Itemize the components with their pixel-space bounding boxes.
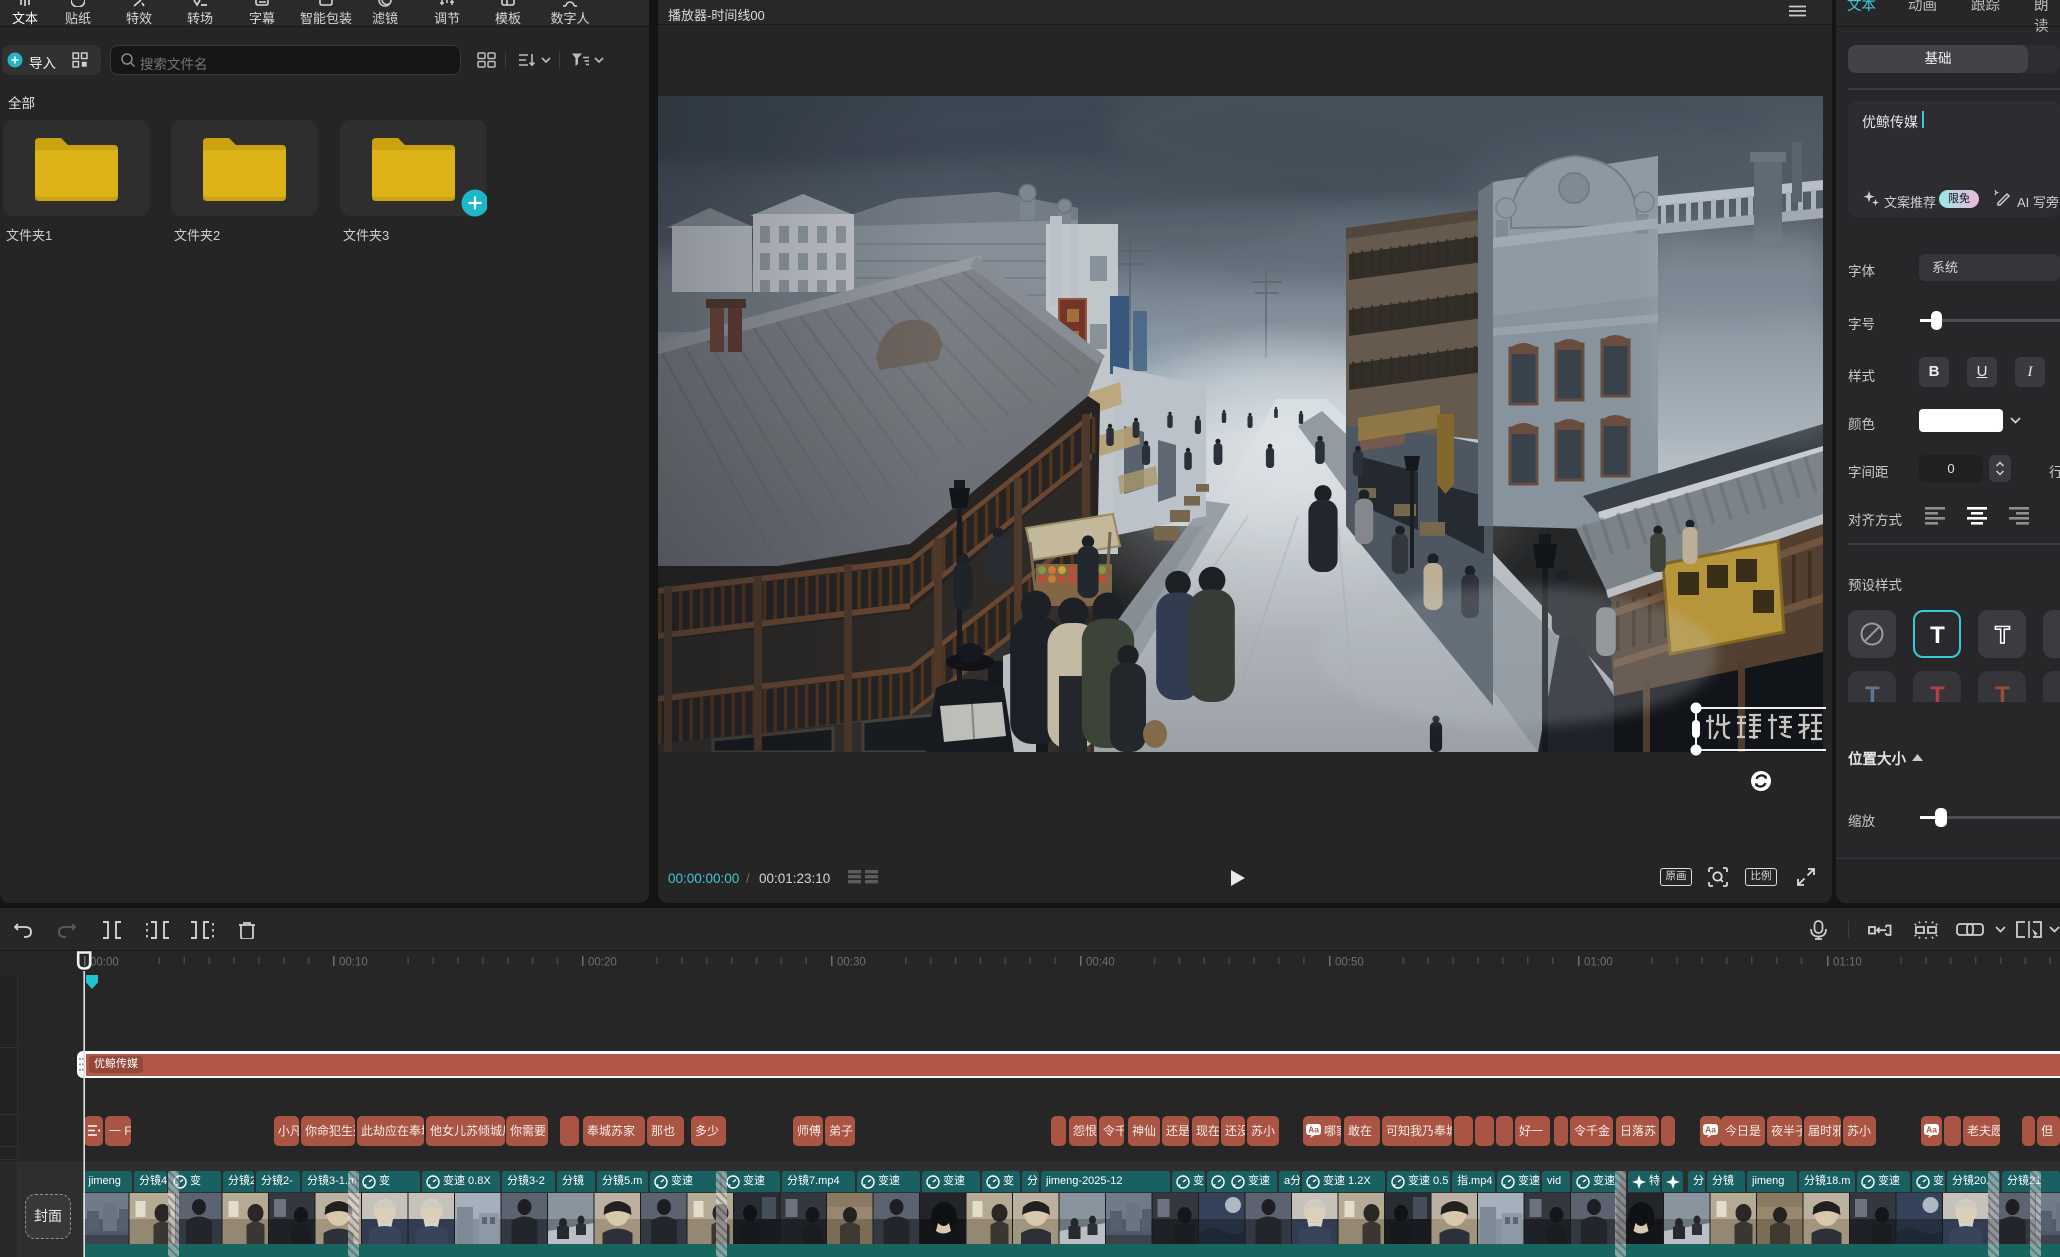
svg-text:00:00: 00:00 <box>90 957 119 969</box>
svg-text:00:30: 00:30 <box>837 957 866 969</box>
svg-text:Aa: Aa <box>1705 1125 1716 1135</box>
svg-text:Aa: Aa <box>1926 1125 1937 1135</box>
svg-text:01:00: 01:00 <box>1584 957 1613 969</box>
svg-text:T: T <box>1995 622 2010 648</box>
svg-text:Aa: Aa <box>1308 1125 1319 1135</box>
svg-text:00:20: 00:20 <box>588 957 617 969</box>
svg-text:01:10: 01:10 <box>1833 957 1862 969</box>
svg-text:00:50: 00:50 <box>1335 957 1364 969</box>
svg-text:00:40: 00:40 <box>1086 957 1115 969</box>
svg-text:T: T <box>1930 622 1945 648</box>
svg-text:00:10: 00:10 <box>339 957 368 969</box>
